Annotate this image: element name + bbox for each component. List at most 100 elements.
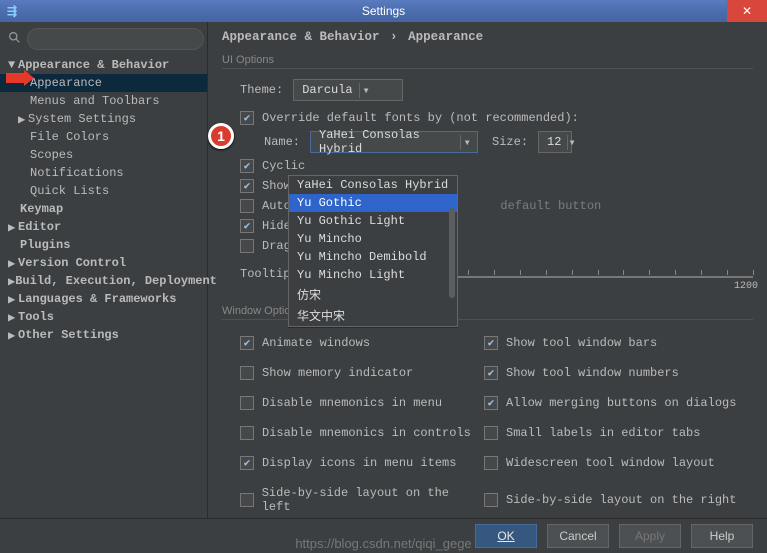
window-title: Settings bbox=[0, 4, 767, 18]
tree-notifications[interactable]: Notifications bbox=[0, 164, 207, 182]
automat-checkbox[interactable] bbox=[240, 199, 254, 213]
font-dropdown-list[interactable]: YaHei Consolas Hybrid Yu Gothic Yu Gothi… bbox=[288, 175, 458, 327]
show-tool-bars-label: Show tool window bars bbox=[506, 336, 657, 350]
cyclic-checkbox[interactable] bbox=[240, 159, 254, 173]
animate-windows-checkbox[interactable] bbox=[240, 336, 254, 350]
tree-build[interactable]: ▶Build, Execution, Deployment bbox=[0, 272, 207, 290]
tree-version-control[interactable]: ▶Version Control bbox=[0, 254, 207, 272]
tree-other[interactable]: ▶Other Settings bbox=[0, 326, 207, 344]
breadcrumb-b: Appearance bbox=[408, 30, 483, 44]
show-memory-checkbox[interactable] bbox=[240, 366, 254, 380]
tree-file-colors[interactable]: File Colors bbox=[0, 128, 207, 146]
disable-mnemonics-menu-label: Disable mnemonics in menu bbox=[262, 396, 442, 410]
scrollbar-thumb[interactable] bbox=[449, 208, 455, 298]
ok-label: OK bbox=[497, 529, 514, 543]
search-input[interactable] bbox=[27, 28, 204, 50]
font-size-value: 12 bbox=[547, 135, 561, 149]
font-option[interactable]: Yu Mincho Demibold bbox=[289, 248, 457, 266]
breadcrumb-sep-icon: › bbox=[390, 30, 398, 44]
tree-keymap[interactable]: Keymap bbox=[0, 200, 207, 218]
close-button[interactable]: ✕ bbox=[727, 0, 767, 22]
tree-plugins[interactable]: Plugins bbox=[0, 236, 207, 254]
tree-editor[interactable]: ▶Editor bbox=[0, 218, 207, 236]
show-tool-bars-checkbox[interactable] bbox=[484, 336, 498, 350]
font-name-label: Name: bbox=[264, 135, 300, 149]
tree-scopes[interactable]: Scopes bbox=[0, 146, 207, 164]
theme-label: Theme: bbox=[240, 83, 283, 97]
font-option[interactable]: Yu Mincho bbox=[289, 230, 457, 248]
font-option[interactable]: Yu Gothic bbox=[289, 194, 457, 212]
font-option[interactable]: 华文中宋 bbox=[289, 305, 457, 326]
chevron-down-icon: ▾ bbox=[567, 135, 575, 150]
small-labels-checkbox[interactable] bbox=[484, 426, 498, 440]
override-fonts-checkbox[interactable] bbox=[240, 111, 254, 125]
close-icon: ✕ bbox=[742, 4, 752, 18]
breadcrumb-a: Appearance & Behavior bbox=[222, 30, 380, 44]
font-name-select[interactable]: YaHei Consolas Hybrid ▾ bbox=[310, 131, 478, 153]
tree-label: System Settings bbox=[28, 112, 136, 126]
tree-languages[interactable]: ▶Languages & Frameworks bbox=[0, 290, 207, 308]
theme-select[interactable]: Darcula ▾ bbox=[293, 79, 403, 101]
show-tool-numbers-checkbox[interactable] bbox=[484, 366, 498, 380]
allow-merging-label: Allow merging buttons on dialogs bbox=[506, 396, 736, 410]
apply-label: Apply bbox=[635, 529, 665, 543]
app-logo-icon: ⇶ bbox=[2, 1, 22, 21]
font-option[interactable]: YaHei Consolas Hybrid bbox=[289, 176, 457, 194]
tree-label: Build, Execution, Deployment bbox=[15, 274, 217, 288]
cyclic-label: Cyclic bbox=[262, 159, 305, 173]
tree-system-settings[interactable]: ▶System Settings bbox=[0, 110, 207, 128]
widescreen-checkbox[interactable] bbox=[484, 456, 498, 470]
badge-number: 1 bbox=[217, 128, 225, 144]
tree-label: Languages & Frameworks bbox=[18, 292, 176, 306]
titlebar: ⇶ Settings ✕ bbox=[0, 0, 767, 22]
sbs-right-label: Side-by-side layout on the right bbox=[506, 493, 736, 507]
tooltip-delay-slider[interactable]: 0 1200 bbox=[442, 263, 753, 285]
theme-value: Darcula bbox=[302, 83, 352, 97]
show-memory-label: Show memory indicator bbox=[262, 366, 413, 380]
tree-label: Appearance & Behavior bbox=[18, 58, 169, 72]
font-option[interactable]: Yu Gothic Light bbox=[289, 212, 457, 230]
dragn-checkbox[interactable] bbox=[240, 239, 254, 253]
hide-nav-checkbox[interactable] bbox=[240, 219, 254, 233]
section-ui-options: UI Options bbox=[222, 54, 753, 69]
help-label: Help bbox=[710, 529, 735, 543]
widescreen-label: Widescreen tool window layout bbox=[506, 456, 715, 470]
tree-tools[interactable]: ▶Tools bbox=[0, 308, 207, 326]
content-panel: Appearance & Behavior › Appearance UI Op… bbox=[208, 22, 767, 518]
cancel-button[interactable]: Cancel bbox=[547, 524, 609, 548]
annotation-badge-1: 1 bbox=[208, 123, 234, 149]
disable-mnemonics-controls-checkbox[interactable] bbox=[240, 426, 254, 440]
font-name-value: YaHei Consolas Hybrid bbox=[319, 128, 454, 156]
disable-mnemonics-controls-label: Disable mnemonics in controls bbox=[262, 426, 471, 440]
sidebar: ▼Appearance & Behavior Appearance Menus … bbox=[0, 22, 208, 518]
help-button[interactable]: Help bbox=[691, 524, 753, 548]
font-size-select[interactable]: 12 ▾ bbox=[538, 131, 572, 153]
sbs-right-checkbox[interactable] bbox=[484, 493, 498, 507]
tree-label: Menus and Toolbars bbox=[30, 94, 160, 108]
show-icons-checkbox[interactable] bbox=[240, 179, 254, 193]
disable-mnemonics-menu-checkbox[interactable] bbox=[240, 396, 254, 410]
tree-menus-toolbars[interactable]: Menus and Toolbars bbox=[0, 92, 207, 110]
tree-label: File Colors bbox=[30, 130, 109, 144]
allow-merging-checkbox[interactable] bbox=[484, 396, 498, 410]
automat-tail-label: default button bbox=[500, 199, 601, 213]
slider-max-label: 1200 bbox=[734, 281, 758, 292]
sbs-left-checkbox[interactable] bbox=[240, 493, 254, 507]
search-icon bbox=[8, 31, 21, 47]
animate-windows-label: Animate windows bbox=[262, 336, 370, 350]
tree-label: Keymap bbox=[20, 202, 63, 216]
ok-button[interactable]: OK bbox=[475, 524, 537, 548]
font-option[interactable]: Yu Mincho Light bbox=[289, 266, 457, 284]
apply-button[interactable]: Apply bbox=[619, 524, 681, 548]
tree-label: Notifications bbox=[30, 166, 124, 180]
sbs-left-label: Side-by-side layout on the left bbox=[262, 486, 480, 514]
tree-appearance-behavior[interactable]: ▼Appearance & Behavior bbox=[0, 56, 207, 74]
tree-label: Editor bbox=[18, 220, 61, 234]
tree-quick-lists[interactable]: Quick Lists bbox=[0, 182, 207, 200]
tree-appearance[interactable]: Appearance bbox=[0, 74, 207, 92]
display-icons-checkbox[interactable] bbox=[240, 456, 254, 470]
show-tool-numbers-label: Show tool window numbers bbox=[506, 366, 679, 380]
cancel-label: Cancel bbox=[559, 529, 596, 543]
settings-tree: ▼Appearance & Behavior Appearance Menus … bbox=[0, 56, 207, 344]
font-option[interactable]: 仿宋 bbox=[289, 284, 457, 305]
